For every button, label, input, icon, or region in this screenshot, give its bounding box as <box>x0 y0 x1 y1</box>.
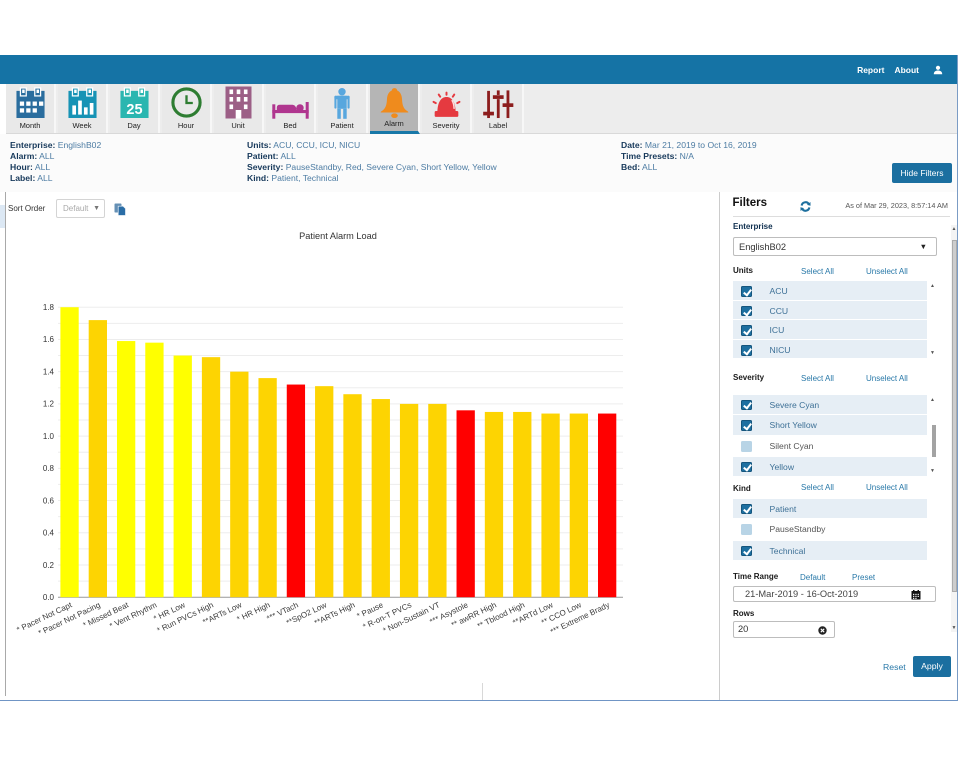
svg-text:1.8: 1.8 <box>43 303 55 312</box>
svg-text:1.0: 1.0 <box>43 432 55 441</box>
svg-text:Patient Alarm Load: Patient Alarm Load <box>299 231 377 241</box>
svg-text:0.6: 0.6 <box>43 496 55 505</box>
svg-text:25: 25 <box>126 102 142 118</box>
svg-text:0.8: 0.8 <box>43 464 55 473</box>
svg-text:0.4: 0.4 <box>43 529 55 538</box>
svg-text:0.2: 0.2 <box>43 561 55 570</box>
svg-text:1.2: 1.2 <box>43 400 55 409</box>
svg-text:1.4: 1.4 <box>43 367 55 376</box>
svg-text:1.6: 1.6 <box>43 335 55 344</box>
svg-text:0.0: 0.0 <box>43 593 55 602</box>
